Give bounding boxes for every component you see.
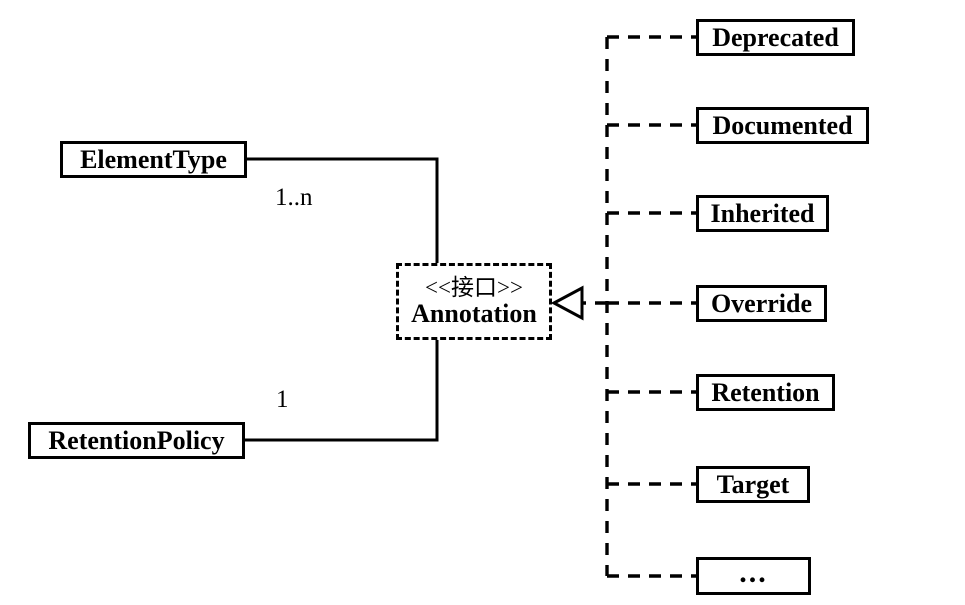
class-box-retention[interactable]: Retention: [696, 374, 835, 411]
class-box-retentionpolicy[interactable]: RetentionPolicy: [28, 422, 245, 459]
realization-arrowhead-icon: [550, 285, 584, 321]
class-box-inherited[interactable]: Inherited: [696, 195, 829, 232]
association-line-retentionpolicy: [245, 340, 439, 442]
multiplicity-label-retentionpolicy: 1: [276, 386, 289, 413]
class-box-override[interactable]: Override: [696, 285, 827, 322]
interface-stereotype-label: <<接口>>: [425, 274, 523, 300]
class-name-elementtype: ElementType: [80, 144, 227, 174]
class-name-retentionpolicy: RetentionPolicy: [48, 425, 225, 455]
class-name-inherited: Inherited: [710, 198, 815, 228]
class-box-documented[interactable]: Documented: [696, 107, 869, 144]
uml-class-diagram: ElementType 1..n RetentionPolicy 1 <<接口>…: [0, 0, 965, 605]
class-box-deprecated[interactable]: Deprecated: [696, 19, 855, 56]
class-name-target: Target: [716, 469, 790, 499]
class-box-ellipsis[interactable]: ...: [696, 557, 811, 595]
multiplicity-label-elementtype: 1..n: [275, 184, 313, 211]
association-line-elementtype: [247, 157, 439, 263]
class-box-target[interactable]: Target: [696, 466, 810, 503]
class-name-documented: Documented: [712, 110, 853, 140]
class-name-deprecated: Deprecated: [712, 22, 839, 52]
class-name-override: Override: [710, 288, 813, 318]
class-name-retention: Retention: [711, 377, 820, 407]
class-name-ellipsis: ...: [739, 556, 768, 589]
interface-name-label: Annotation: [411, 298, 537, 328]
interface-box-annotation[interactable]: <<接口>> Annotation: [396, 263, 552, 340]
class-box-elementtype[interactable]: ElementType: [60, 141, 247, 178]
